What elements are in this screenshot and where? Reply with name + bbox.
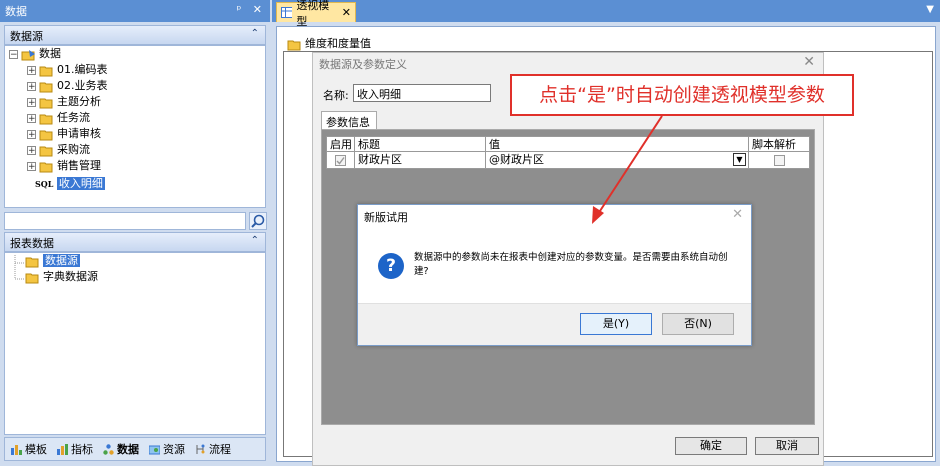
annotation-arrow bbox=[592, 115, 663, 224]
annotation-callout: 点击“是”时自动创建透视模型参数 bbox=[510, 74, 854, 116]
